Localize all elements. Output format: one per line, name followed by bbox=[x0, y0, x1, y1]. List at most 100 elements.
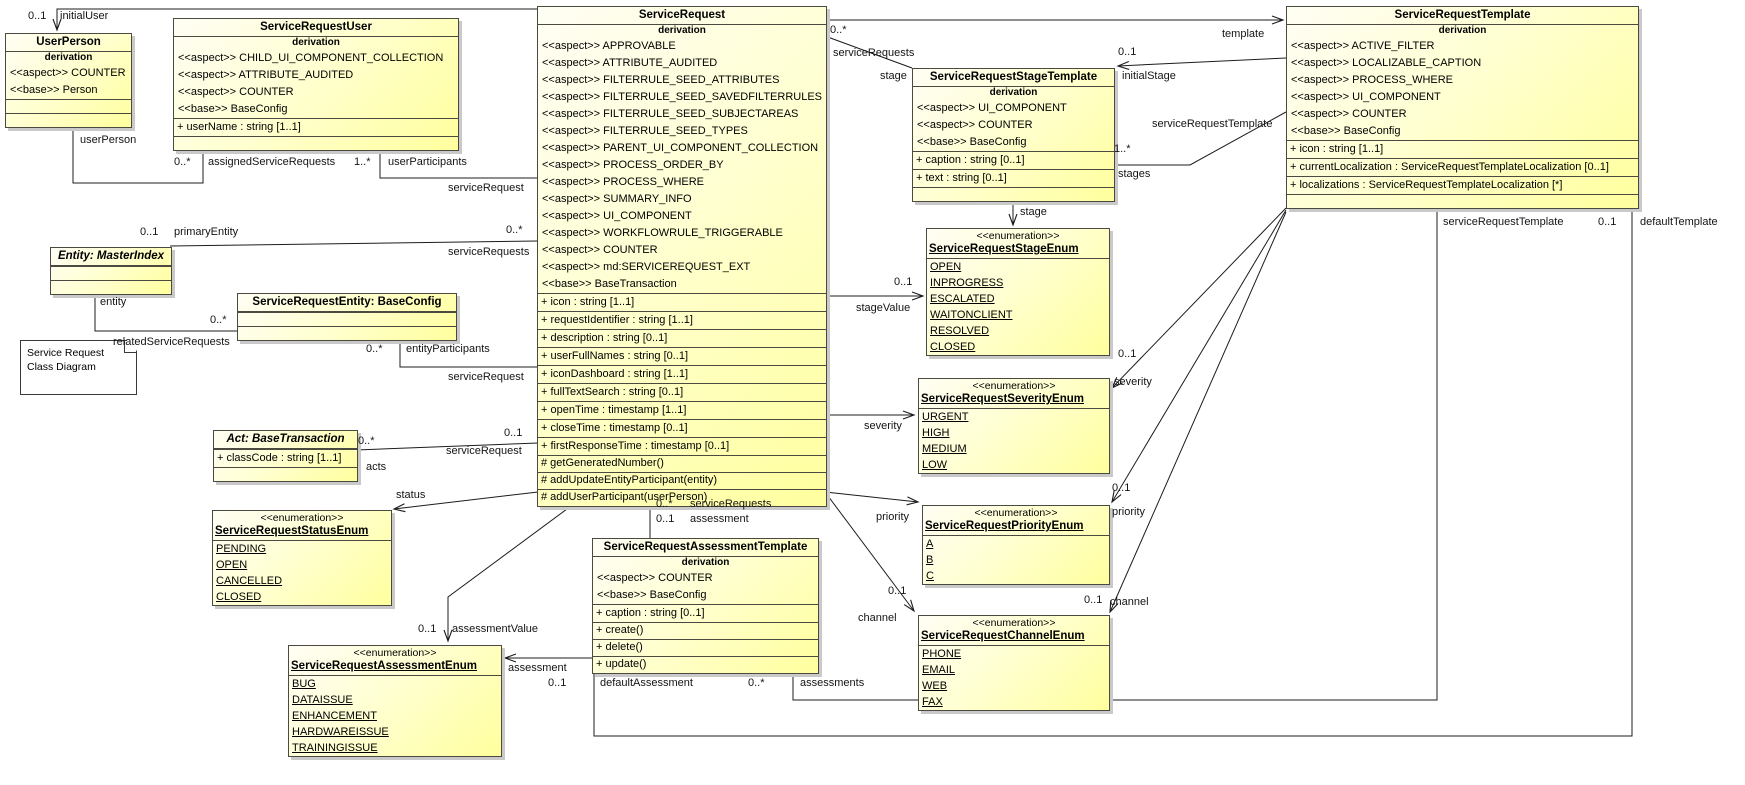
stereotype-row: <<base>> BaseTransaction bbox=[538, 276, 826, 293]
note-service-request-class-diagram[interactable]: Service RequestClass Diagram bbox=[20, 340, 137, 395]
enum-ServiceRequestChannelEnum[interactable]: <<enumeration>>ServiceRequestChannelEnum… bbox=[918, 615, 1110, 711]
enum-value-row: MEDIUM bbox=[919, 441, 1109, 457]
association-label: 0..* bbox=[656, 498, 673, 510]
empty-compartment bbox=[6, 113, 131, 127]
class-Entity-MasterIndex[interactable]: Entity: MasterIndex bbox=[50, 247, 172, 295]
stereotype-row: <<aspect>> UI_COMPONENT bbox=[913, 100, 1114, 117]
class-derivation-label: derivation bbox=[593, 557, 818, 570]
empty-compartment bbox=[238, 326, 456, 340]
enumeration-stereotype-label: <<enumeration>> bbox=[923, 506, 1109, 519]
enum-value-row: ESCALATED bbox=[927, 291, 1109, 307]
association-label: defaultAssessment bbox=[600, 677, 693, 689]
stereotype-row: <<aspect>> UI_COMPONENT bbox=[1287, 89, 1638, 106]
attribute-row: + userFullNames : string [0..1] bbox=[538, 348, 826, 366]
enumeration-stereotype-label: <<enumeration>> bbox=[289, 646, 501, 659]
attributes-compartment: + caption : string [0..1] bbox=[593, 604, 818, 622]
stereotype-row: <<aspect>> LOCALIZABLE_CAPTION bbox=[1287, 55, 1638, 72]
association-label: entityParticipants bbox=[406, 343, 490, 355]
attribute-row: + description : string [0..1] bbox=[538, 330, 826, 348]
association-label: stageValue bbox=[856, 302, 910, 314]
attributes-compartment: + userName : string [1..1] bbox=[174, 118, 458, 136]
stereotype-row: <<aspect>> md:SERVICEREQUEST_EXT bbox=[538, 259, 826, 276]
enum-value-row: PHONE bbox=[919, 646, 1109, 662]
note-line: Service Request bbox=[27, 346, 130, 360]
association-label: 0..1 bbox=[418, 623, 436, 635]
attribute-row: + localizations : ServiceRequestTemplate… bbox=[1287, 177, 1638, 194]
enum-ServiceRequestStatusEnum[interactable]: <<enumeration>>ServiceRequestStatusEnumP… bbox=[212, 510, 392, 606]
association-label: primaryEntity bbox=[174, 226, 238, 238]
class-ServiceRequest[interactable]: ServiceRequestderivation<<aspect>> APPRO… bbox=[537, 6, 827, 507]
association-label: stages bbox=[1118, 168, 1150, 180]
class-ServiceRequestStageTemplate[interactable]: ServiceRequestStageTemplatederivation<<a… bbox=[912, 68, 1115, 202]
association-label: entity bbox=[100, 296, 126, 308]
class-ServiceRequestTemplate[interactable]: ServiceRequestTemplatederivation<<aspect… bbox=[1286, 6, 1639, 209]
stereotype-row: <<aspect>> UI_COMPONENT bbox=[538, 208, 826, 225]
association-label: 0..* bbox=[748, 677, 765, 689]
association-label: severity bbox=[1114, 376, 1152, 388]
enum-ServiceRequestAssessmentEnum[interactable]: <<enumeration>>ServiceRequestAssessmentE… bbox=[288, 645, 502, 757]
attribute-row: + openTime : timestamp [1..1] bbox=[538, 402, 826, 420]
enum-title: ServiceRequestStatusEnum bbox=[213, 524, 391, 541]
stereotype-row: <<aspect>> PARENT_UI_COMPONENT_COLLECTIO… bbox=[538, 140, 826, 157]
attributes-compartment: + icon : string [1..1]+ requestIdentifie… bbox=[538, 293, 826, 455]
connector-initial-stage[interactable] bbox=[1118, 58, 1286, 66]
association-label: 0..1 bbox=[1084, 594, 1102, 606]
stereotype-row: <<base>> BaseConfig bbox=[593, 587, 818, 604]
enum-value-row: TRAININGISSUE bbox=[289, 740, 501, 756]
stereotype-row: <<aspect>> FILTERRULE_SEED_SAVEDFILTERRU… bbox=[538, 89, 826, 106]
association-label: acts bbox=[366, 461, 386, 473]
stereotype-row: <<aspect>> CHILD_UI_COMPONENT_COLLECTION bbox=[174, 50, 458, 67]
enum-value-row: DATAISSUE bbox=[289, 692, 501, 708]
class-derivation-label: derivation bbox=[538, 25, 826, 38]
class-title: ServiceRequestAssessmentTemplate bbox=[593, 539, 818, 557]
connector-priority-sr[interactable] bbox=[825, 492, 918, 502]
association-label: 0..1 bbox=[656, 513, 674, 525]
stereotype-row: <<base>> BaseConfig bbox=[1287, 123, 1638, 140]
stereotype-row: <<aspect>> COUNTER bbox=[1287, 106, 1638, 123]
attribute-row: + text : string [0..1] bbox=[913, 170, 1114, 187]
operation-row: + delete() bbox=[593, 640, 818, 657]
connector-channel-template[interactable] bbox=[1110, 212, 1286, 612]
class-ServiceRequestAssessmentTemplate[interactable]: ServiceRequestAssessmentTemplatederivati… bbox=[592, 538, 819, 674]
association-label: 0..* bbox=[830, 24, 847, 36]
connector-severity-template[interactable] bbox=[1112, 208, 1286, 388]
association-label: serviceRequest bbox=[446, 445, 522, 457]
class-Act-BaseTransaction[interactable]: Act: BaseTransaction+ classCode : string… bbox=[213, 430, 358, 482]
association-label: stage bbox=[1020, 206, 1047, 218]
association-label: stage bbox=[880, 70, 907, 82]
attribute-row: + currentLocalization : ServiceRequestTe… bbox=[1287, 159, 1638, 177]
stereotype-row: <<base>> BaseConfig bbox=[913, 134, 1114, 151]
enumeration-stereotype-label: <<enumeration>> bbox=[919, 379, 1109, 392]
class-ServiceRequestEntity-BaseConfig[interactable]: ServiceRequestEntity: BaseConfig bbox=[237, 293, 457, 341]
association-label: 0..* bbox=[506, 224, 523, 236]
enum-title: ServiceRequestStageEnum bbox=[927, 242, 1109, 259]
enum-value-row: A bbox=[923, 536, 1109, 552]
enum-title: ServiceRequestChannelEnum bbox=[919, 629, 1109, 646]
association-label: initialStage bbox=[1122, 70, 1176, 82]
enum-value-row: CLOSED bbox=[213, 589, 391, 605]
enum-ServiceRequestSeverityEnum[interactable]: <<enumeration>>ServiceRequestSeverityEnu… bbox=[918, 378, 1110, 474]
enum-ServiceRequestStageEnum[interactable]: <<enumeration>>ServiceRequestStageEnumOP… bbox=[926, 228, 1110, 356]
association-label: priority bbox=[876, 511, 909, 523]
association-label: serviceRequestTemplate bbox=[1152, 118, 1272, 130]
association-label: 0..1 bbox=[28, 10, 46, 22]
attribute-row: + requestIdentifier : string [1..1] bbox=[538, 312, 826, 330]
association-label: 0..* bbox=[210, 314, 227, 326]
enum-value-row: HIGH bbox=[919, 425, 1109, 441]
association-label: 0..1 bbox=[548, 677, 566, 689]
connector-priority-template[interactable] bbox=[1112, 210, 1286, 502]
connector-assessment-value[interactable] bbox=[448, 492, 590, 641]
association-label: userPerson bbox=[80, 134, 136, 146]
association-label: 0..1 bbox=[1598, 216, 1616, 228]
enum-value-row: LOW bbox=[919, 457, 1109, 473]
class-ServiceRequestUser[interactable]: ServiceRequestUserderivation<<aspect>> C… bbox=[173, 18, 459, 151]
connector-assessments-bottom[interactable] bbox=[793, 202, 1437, 700]
enum-ServiceRequestPriorityEnum[interactable]: <<enumeration>>ServiceRequestPriorityEnu… bbox=[922, 505, 1110, 585]
stereotype-row: <<aspect>> WORKFLOWRULE_TRIGGERABLE bbox=[538, 225, 826, 242]
attribute-row: + icon : string [1..1] bbox=[1287, 141, 1638, 159]
association-label: 0..1 bbox=[888, 585, 906, 597]
attribute-row: + iconDashboard : string [1..1] bbox=[538, 366, 826, 384]
stereotype-row: <<aspect>> COUNTER bbox=[6, 65, 131, 82]
class-UserPerson[interactable]: UserPersonderivation<<aspect>> COUNTER<<… bbox=[5, 33, 132, 128]
stereotype-row: <<base>> Person bbox=[6, 82, 131, 99]
